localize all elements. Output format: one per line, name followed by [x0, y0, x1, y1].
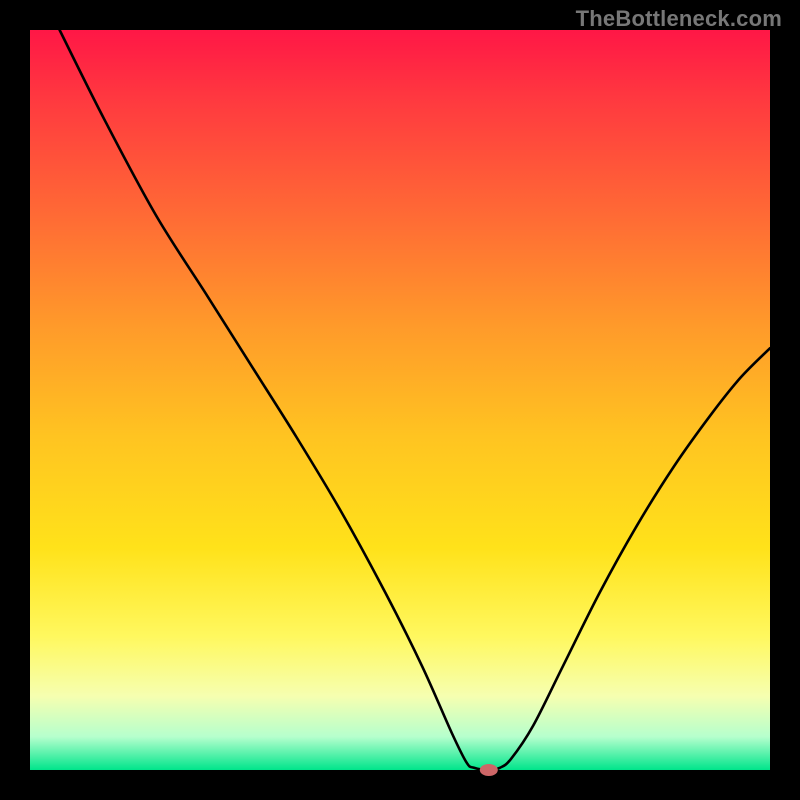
bottleneck-chart	[0, 0, 800, 800]
chart-container: TheBottleneck.com	[0, 0, 800, 800]
watermark-text: TheBottleneck.com	[576, 6, 782, 32]
optimal-point-marker	[480, 764, 498, 776]
chart-plot-area	[30, 30, 770, 770]
